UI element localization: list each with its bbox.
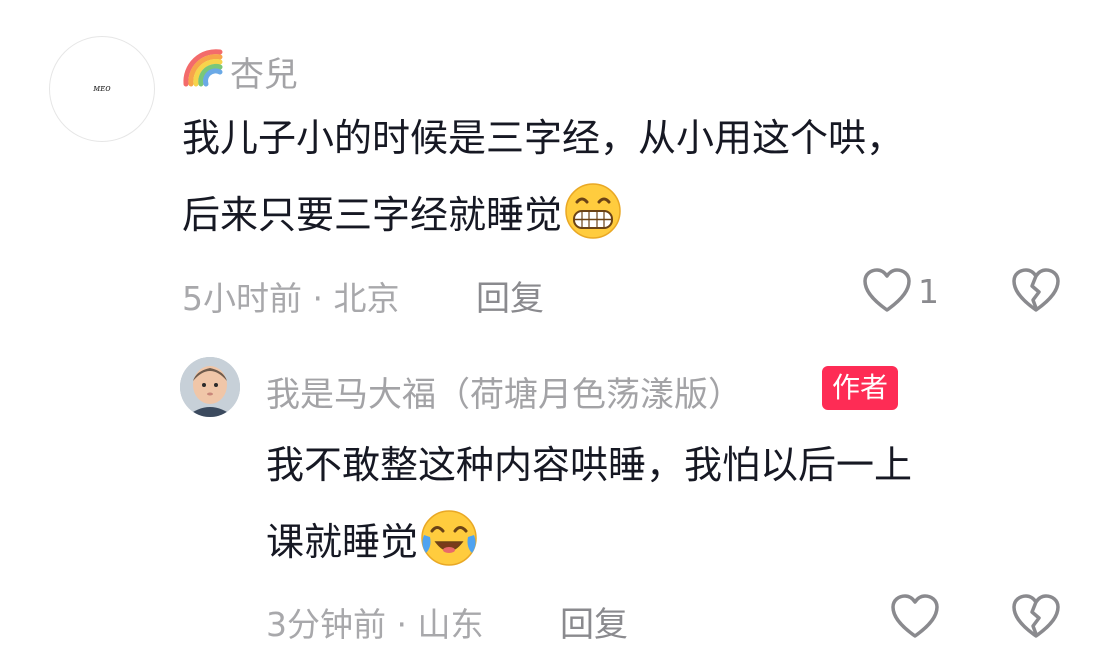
heart-icon <box>891 594 939 638</box>
heart-icon <box>863 268 911 312</box>
reply-body: 我不敢整这种内容哄睡，我怕以后一上 课就睡觉 <box>266 427 912 593</box>
avatar-scribble: ᴍᴇᴏ <box>93 84 111 94</box>
dislike-button[interactable] <box>1011 268 1061 318</box>
grinning-emoji-icon <box>564 182 622 266</box>
comment-reply-button[interactable]: 回复 <box>476 271 544 320</box>
comment-line-2: 后来只要三字经就睡觉 <box>182 177 904 266</box>
comment-time-location: 5小时前 · 北京 <box>182 279 400 318</box>
reply-username[interactable]: 我是马大福（荷塘月色荡漾版） <box>266 367 742 416</box>
reply-time-location: 3分钟前 · 山东 <box>266 605 484 644</box>
comment-body: 我儿子小的时候是三字经，从小用这个哄， 后来只要三字经就睡觉 <box>182 100 904 266</box>
reply-line-1: 我不敢整这种内容哄睡，我怕以后一上 <box>266 443 913 487</box>
crying-laughing-emoji-icon <box>420 509 478 593</box>
author-badge: 作者 <box>822 366 899 410</box>
reply-dislike-button[interactable] <box>1011 594 1061 644</box>
rainbow-icon <box>182 46 224 97</box>
reply-like-button[interactable] <box>890 594 940 644</box>
broken-heart-icon <box>1012 594 1060 638</box>
like-count: 1 <box>918 272 939 311</box>
comment-username-text: 杏兒 <box>230 55 298 95</box>
comment-username[interactable]: 杏兒 <box>182 46 298 97</box>
reply-line-2: 课就睡觉 <box>266 504 912 593</box>
reply-avatar[interactable] <box>180 357 240 417</box>
reply-reply-button[interactable]: 回复 <box>560 597 628 646</box>
comment-line-1: 我儿子小的时候是三字经，从小用这个哄， <box>182 116 905 160</box>
like-button[interactable] <box>862 268 912 318</box>
avatar[interactable]: ᴍᴇᴏ <box>49 36 155 142</box>
comment-thread: ᴍᴇᴏ 杏兒 我儿子小的时候是三字经，从小用这个哄， 后来只要三字经就睡觉 5小… <box>0 0 1116 658</box>
broken-heart-icon <box>1012 268 1060 312</box>
